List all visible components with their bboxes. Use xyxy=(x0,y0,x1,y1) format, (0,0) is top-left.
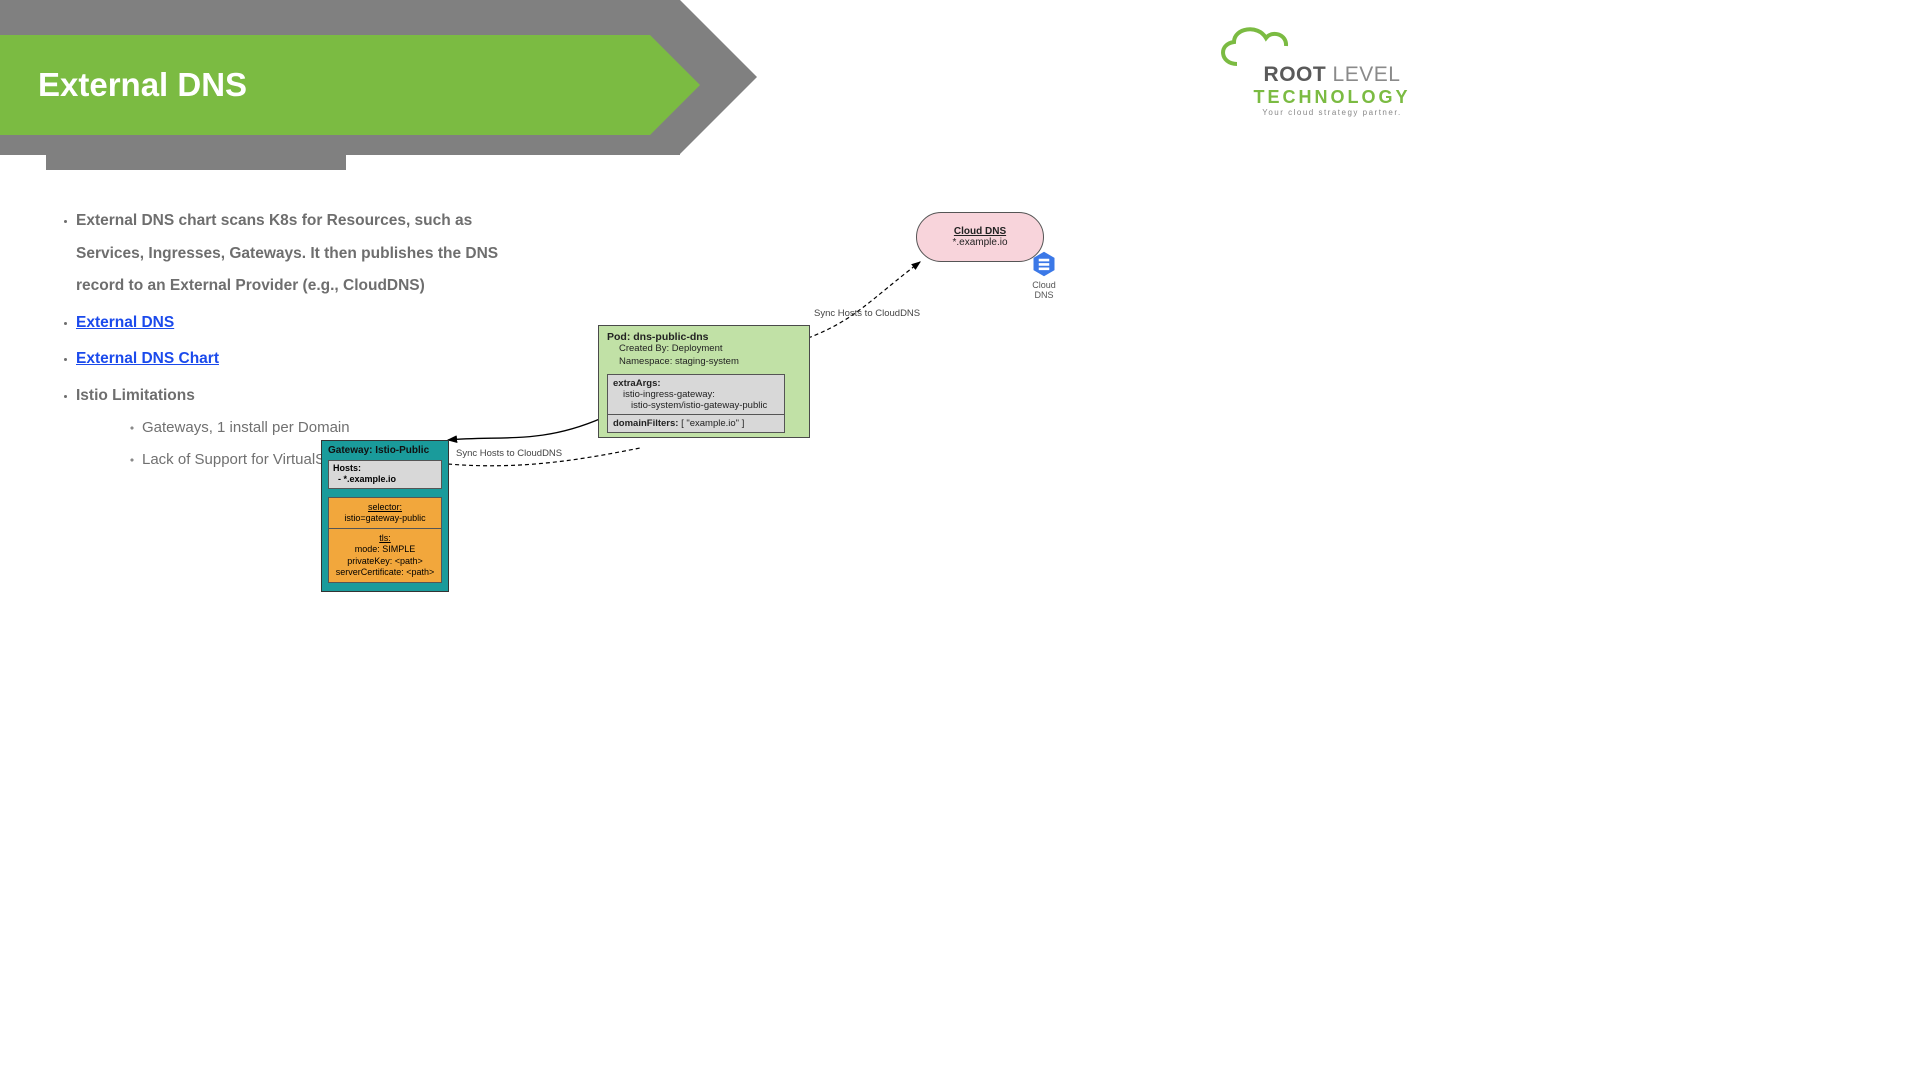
gateway-tls-box: tls: mode: SIMPLE privateKey: <path> ser… xyxy=(329,529,441,582)
gateway-selector-box: selector: istio=gateway-public xyxy=(329,498,441,530)
domain-filters-val: [ "example.io" ] xyxy=(678,418,744,429)
gateway-node: Gateway: Istio-Public Hosts: - *.example… xyxy=(321,440,449,592)
pod-domain-filters-row: domainFilters: [ "example.io" ] xyxy=(608,415,784,432)
architecture-diagram: Cloud DNS *.example.io Cloud DNS Sync Ho… xyxy=(300,200,1080,600)
istio-limitations-text: Istio Limitations xyxy=(76,387,195,404)
header-green-bar: External DNS xyxy=(0,35,650,135)
pod-namespace: Namespace: staging-system xyxy=(607,356,801,369)
gateway-tls-key: tls: xyxy=(331,533,439,544)
cloud-dns-icon xyxy=(1030,250,1058,278)
extra-args-l1: istio-ingress-gateway: xyxy=(613,389,779,400)
gateway-selector-key: selector: xyxy=(331,502,439,513)
logo-tagline: Your cloud strategy partner. xyxy=(1212,108,1422,117)
logo-root-text: ROOT xyxy=(1264,63,1327,86)
sync-label-1: Sync Hosts to CloudDNS xyxy=(814,308,920,319)
gateway-selector-val: istio=gateway-public xyxy=(331,513,439,524)
gateway-config-wrap: selector: istio=gateway-public tls: mode… xyxy=(328,497,442,584)
gateway-tls-mode: mode: SIMPLE xyxy=(331,544,439,555)
gateway-tls-pkey: privateKey: <path> xyxy=(331,556,439,567)
extra-args-l2: istio-system/istio-gateway-public xyxy=(613,400,779,411)
cloud-dns-icon-label: Cloud DNS xyxy=(1026,280,1062,300)
header-gray-tab xyxy=(46,155,346,170)
pod-created-by: Created By: Deployment xyxy=(607,343,801,356)
gateway-hosts-val: - *.example.io xyxy=(333,474,437,485)
pod-extra-args-row: extraArgs: istio-ingress-gateway: istio-… xyxy=(608,375,784,415)
sync-label-2: Sync Hosts to CloudDNS xyxy=(456,448,562,459)
logo-level-text: LEVEL xyxy=(1326,63,1400,86)
pod-title: Pod: dns-public-dns xyxy=(607,331,801,343)
page-title: External DNS xyxy=(38,66,247,104)
cloud-dns-node: Cloud DNS *.example.io xyxy=(916,212,1044,262)
domain-filters-key: domainFilters: xyxy=(613,418,678,429)
external-dns-link[interactable]: External DNS xyxy=(76,314,174,331)
gateway-title: Gateway: Istio-Public xyxy=(328,445,442,456)
logo-tech-text: TECHNOLOGY xyxy=(1212,87,1422,108)
logo: ROOT LEVEL TECHNOLOGY Your cloud strateg… xyxy=(1212,20,1422,117)
cloud-dns-title: Cloud DNS xyxy=(954,226,1006,237)
external-dns-chart-link[interactable]: External DNS Chart xyxy=(76,350,219,367)
gateway-hosts-box: Hosts: - *.example.io xyxy=(328,460,442,489)
pod-node: Pod: dns-public-dns Created By: Deployme… xyxy=(598,325,810,438)
cloud-dns-domain: *.example.io xyxy=(952,237,1007,248)
pod-config-table: extraArgs: istio-ingress-gateway: istio-… xyxy=(607,374,785,433)
extra-args-key: extraArgs: xyxy=(613,378,661,389)
gateway-hosts-key: Hosts: xyxy=(333,463,361,473)
gateway-tls-cert: serverCertificate: <path> xyxy=(331,567,439,578)
